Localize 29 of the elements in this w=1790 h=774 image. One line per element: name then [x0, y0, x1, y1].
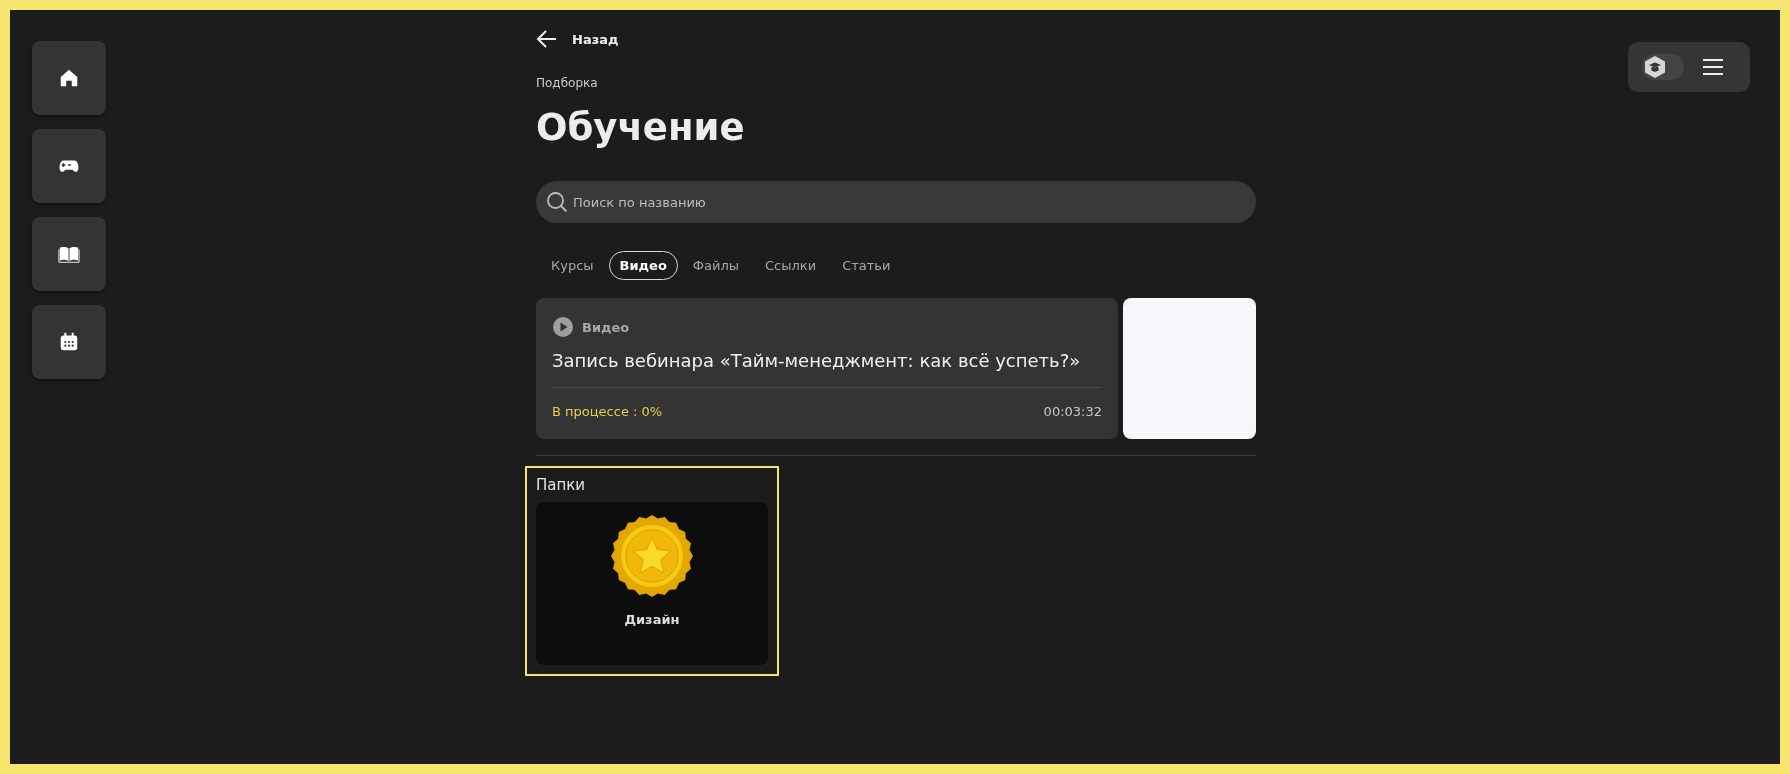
- calendar-button[interactable]: [32, 305, 106, 379]
- filter-tab[interactable]: Курсы: [540, 251, 605, 280]
- video-duration: 00:03:32: [1043, 404, 1102, 419]
- video-title: Запись вебинара «Тайм-менеджмент: как всё успеть?»: [552, 350, 1102, 388]
- play-icon: [552, 316, 574, 338]
- filter-tab[interactable]: Файлы: [681, 251, 751, 280]
- video-card[interactable]: Видео Запись вебинара «Тайм-менеджмент: как всё успеть?» В процессе : 0% 00:03:32: [536, 298, 1118, 439]
- breadcrumb-label: Подборка: [536, 76, 599, 90]
- calendar-icon: [58, 331, 80, 353]
- menu-button[interactable]: [1702, 58, 1724, 76]
- search-field[interactable]: Поиск по названию: [536, 181, 1256, 223]
- home-icon: [58, 67, 80, 89]
- library-button[interactable]: [32, 217, 106, 291]
- page-title: Обучение: [536, 106, 746, 149]
- graduation-cap-icon: [1643, 55, 1667, 79]
- progress-status: В процессе : 0%: [552, 404, 663, 419]
- folder-name: Дизайн: [624, 612, 680, 627]
- filter-tab[interactable]: Ссылки: [754, 251, 828, 280]
- back-arrow-icon: [536, 29, 558, 49]
- section-title: Папки: [536, 476, 587, 494]
- folder-card[interactable]: Дизайн: [536, 502, 768, 665]
- content-type-label: Видео: [582, 319, 630, 335]
- games-button[interactable]: [32, 129, 106, 203]
- mode-switch[interactable]: [1642, 54, 1684, 80]
- medal-icon: [610, 514, 694, 598]
- back-link[interactable]: Назад: [536, 24, 619, 54]
- filter-tab[interactable]: Статьи: [831, 251, 902, 280]
- search-icon: [546, 191, 568, 213]
- home-button[interactable]: [32, 41, 106, 115]
